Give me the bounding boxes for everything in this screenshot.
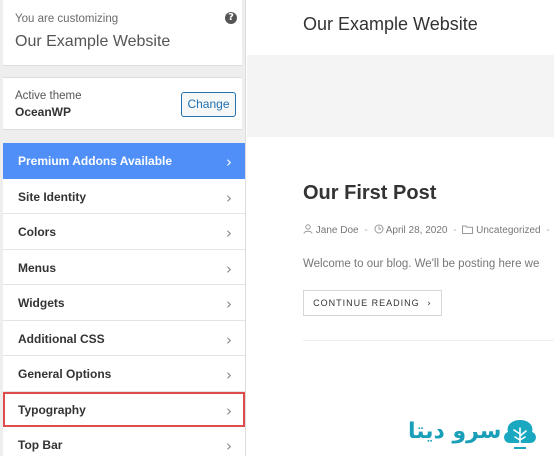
meta-separator: - <box>364 225 368 236</box>
chevron-right-icon: › <box>226 437 232 455</box>
site-title[interactable]: Our Example Website <box>303 14 478 35</box>
chevron-right-icon: › <box>226 401 232 420</box>
site-preview: Our Example Website Our First Post Jane … <box>247 0 554 456</box>
menu-item-typography[interactable]: Typography › <box>3 391 245 427</box>
menu-item-menus[interactable]: Menus › <box>3 249 245 285</box>
menu-item-general-options[interactable]: General Options › <box>3 356 245 392</box>
menu-item-site-identity[interactable]: Site Identity › <box>3 178 245 214</box>
user-icon <box>303 224 313 234</box>
chevron-right-icon: › <box>226 224 232 242</box>
menu-item-widgets[interactable]: Widgets › <box>3 285 245 321</box>
post-date: April 28, 2020 <box>385 225 448 236</box>
customizing-header: You are customizing Our Example Website … <box>3 0 242 66</box>
site-name: Our Example Website <box>15 33 171 50</box>
chevron-right-icon: › <box>427 299 432 309</box>
customizer-sidebar: You are customizing Our Example Website … <box>0 0 246 456</box>
menu-item-premium-addons[interactable]: Premium Addons Available › <box>3 143 245 179</box>
page-header-band <box>247 55 554 137</box>
customizing-label: You are customizing <box>15 13 119 25</box>
menu-item-top-bar[interactable]: Top Bar › <box>3 427 245 456</box>
post-title[interactable]: Our First Post <box>303 182 436 205</box>
chevron-right-icon: › <box>226 188 232 207</box>
tree-logo-icon <box>504 420 536 449</box>
menu-item-label: Additional CSS <box>18 331 105 346</box>
meta-separator: - <box>453 225 457 236</box>
post-meta: Jane Doe - April 28, 2020 - Uncategorize… <box>303 224 553 236</box>
change-theme-button[interactable]: Change <box>181 92 236 117</box>
menu-item-label: Premium Addons Available <box>18 154 173 168</box>
chevron-right-icon: › <box>226 153 232 171</box>
clock-icon <box>374 224 383 234</box>
site-header: Our Example Website <box>247 0 554 55</box>
menu-item-colors[interactable]: Colors › <box>3 214 245 250</box>
menu-item-label: Typography <box>18 402 86 417</box>
chevron-right-icon: › <box>226 330 232 349</box>
post-excerpt: Welcome to our blog. We'll be posting he… <box>303 258 540 270</box>
folder-icon <box>462 225 474 234</box>
continue-reading-label: CONTINUE READING <box>313 298 420 308</box>
menu-item-label: Widgets <box>18 296 65 310</box>
meta-separator: - <box>546 225 550 236</box>
active-theme-label: Active theme <box>15 90 82 102</box>
menu-item-label: Menus <box>18 260 57 275</box>
help-icon[interactable]: ? <box>225 12 237 24</box>
watermark-text: سرو دیتا <box>408 419 502 444</box>
menu-item-label: Site Identity <box>18 189 87 204</box>
menu-item-additional-css[interactable]: Additional CSS › <box>3 320 245 356</box>
continue-reading-button[interactable]: CONTINUE READING › <box>303 290 442 316</box>
chevron-right-icon: › <box>226 366 232 384</box>
customizer-screen: You are customizing Our Example Website … <box>0 0 554 456</box>
customizer-menu: Premium Addons Available › Site Identity… <box>3 143 245 456</box>
active-theme-panel: Active theme OceanWP Change <box>3 77 242 130</box>
chevron-right-icon: › <box>226 259 232 278</box>
chevron-right-icon: › <box>226 295 232 313</box>
menu-item-label: Colors <box>18 225 57 239</box>
post-category[interactable]: Uncategorized <box>476 225 540 236</box>
post-divider <box>303 340 554 341</box>
active-theme-name: OceanWP <box>15 105 72 119</box>
post-author[interactable]: Jane Doe <box>316 225 359 236</box>
menu-item-label: Top Bar <box>18 438 63 452</box>
menu-item-label: General Options <box>18 367 112 381</box>
